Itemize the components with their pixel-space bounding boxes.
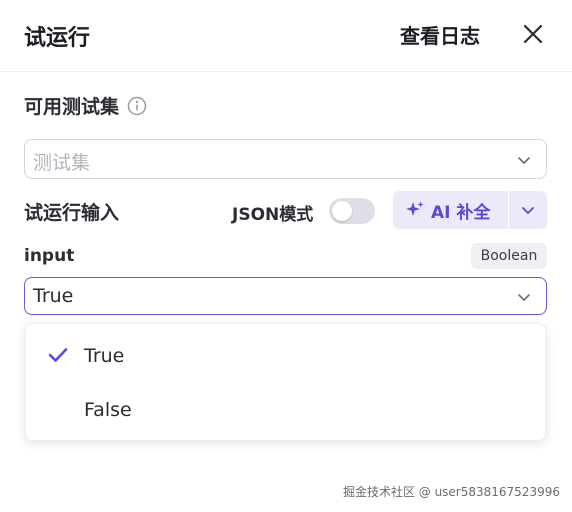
chevron-down-icon (518, 294, 530, 301)
testset-label: 可用测试集 (24, 96, 120, 118)
json-mode-label: JSON模式 (232, 205, 314, 225)
option-label: False (84, 399, 132, 421)
panel-title: 试运行 (24, 26, 91, 51)
testset-placeholder: 测试集 (33, 152, 91, 174)
view-log-button[interactable]: 查看日志 (400, 20, 480, 49)
check-icon (48, 348, 68, 362)
watermark: 掘金技术社区 @ user5838167523996 (342, 485, 560, 499)
ai-complete-label: AI 补全 (431, 202, 491, 223)
panel-header: 试运行 查看日志 (0, 0, 572, 72)
ai-complete-button-group: AI 补全 (393, 191, 547, 229)
testset-select[interactable]: 测试集 (24, 139, 547, 179)
info-icon[interactable] (127, 96, 147, 116)
sparkle-icon (406, 201, 424, 216)
toggle-knob (332, 201, 352, 221)
testset-section: 可用测试集 (24, 92, 147, 119)
run-input-label: 试运行输入 (24, 202, 120, 224)
dropdown-menu: True False (25, 323, 546, 441)
chevron-down-icon (518, 157, 530, 164)
close-icon (523, 24, 543, 44)
chevron-down-icon (522, 207, 534, 214)
input-value-select[interactable]: True (24, 277, 547, 315)
ai-options-dropdown-button[interactable] (509, 191, 547, 229)
dropdown-option-true[interactable]: True (26, 329, 547, 381)
input-field-name: input (24, 246, 75, 266)
selected-value: True (33, 285, 74, 307)
close-button[interactable] (520, 21, 546, 47)
dropdown-option-false[interactable]: False (26, 383, 547, 435)
ai-complete-button[interactable]: AI 补全 (393, 191, 508, 229)
option-label: True (84, 345, 125, 367)
type-badge: Boolean (471, 243, 547, 269)
json-mode-toggle[interactable] (329, 198, 375, 224)
